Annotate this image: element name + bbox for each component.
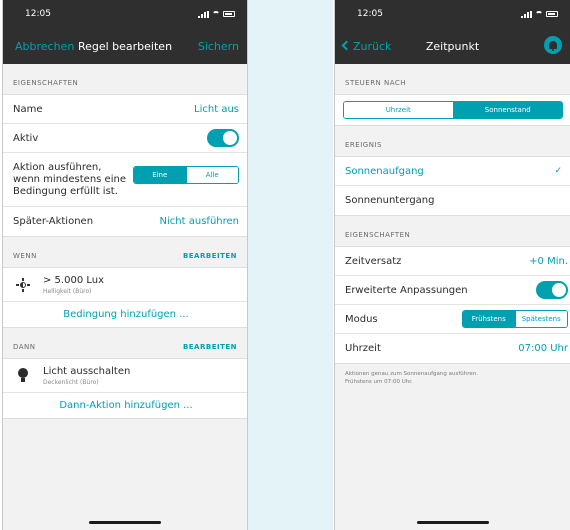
rule-line: wenn mindestens eine: [13, 173, 126, 185]
add-action-link[interactable]: Dann-Aktion hinzufügen ...: [59, 400, 192, 411]
time-value[interactable]: 07:00 Uhr: [518, 343, 568, 354]
status-time: 12:05: [25, 9, 51, 19]
event-sunset-row[interactable]: Sonnenuntergang: [335, 186, 570, 215]
mode-label: Modus: [345, 313, 378, 325]
status-bar: 12:05: [3, 0, 247, 28]
offset-row[interactable]: Zeitversatz +0 Min.: [335, 247, 570, 276]
section-title: DANN: [13, 343, 36, 351]
rule-mode-row: Aktion ausführen, wenn mindestens eine B…: [3, 153, 247, 207]
time-content: STEUERN NACH Uhrzeit Sonnenstand EREIGNI…: [335, 64, 570, 530]
time-properties-group: Zeitversatz +0 Min. Erweiterte Anpassung…: [335, 246, 570, 364]
section-header-properties: EIGENSCHAFTEN: [335, 216, 570, 246]
edit-actions-button[interactable]: BEARBEITEN: [183, 343, 237, 351]
conditions-group: > 5.000 Lux Helligkeit (Büro) Bedingung …: [3, 267, 247, 328]
rule-content: EIGENSCHAFTEN Name Licht aus Aktiv Aktio…: [3, 64, 247, 530]
signal-icon: [198, 10, 209, 18]
section-title: WENN: [13, 252, 37, 260]
time-row[interactable]: Uhrzeit 07:00 Uhr: [335, 334, 570, 363]
notification-button[interactable]: [544, 36, 562, 54]
rule-line: Bedingung erfüllt ist.: [13, 185, 118, 197]
active-toggle[interactable]: [207, 129, 239, 147]
add-condition-row[interactable]: Bedingung hinzufügen ...: [3, 302, 247, 327]
rule-line: Aktion ausführen,: [13, 161, 102, 173]
event-sunrise-row[interactable]: Sonnenaufgang ✓: [335, 157, 570, 186]
rule-mode-segmented-control[interactable]: Eine Alle: [133, 165, 239, 184]
home-indicator[interactable]: [416, 521, 489, 524]
later-actions-row[interactable]: Später-Aktionen Nicht ausführen: [3, 207, 247, 236]
battery-icon: [546, 11, 558, 17]
rule-mode-description: Aktion ausführen, wenn mindestens eine B…: [13, 162, 126, 198]
action-subtitle: Deckenlicht (Büro): [43, 378, 99, 386]
event-group: Sonnenaufgang ✓ Sonnenuntergang: [335, 156, 570, 216]
extended-toggle[interactable]: [536, 281, 568, 299]
name-label: Name: [13, 103, 43, 115]
extended-label: Erweiterte Anpassungen: [345, 284, 468, 296]
segment-sonnenstand[interactable]: Sonnenstand: [452, 102, 562, 118]
wifi-icon: [212, 11, 220, 17]
add-condition-link[interactable]: Bedingung hinzufügen ...: [63, 309, 188, 320]
later-actions-value[interactable]: Nicht ausführen: [160, 216, 239, 227]
actions-group: Licht ausschalten Deckenlicht (Büro) Dan…: [3, 358, 247, 419]
battery-icon: [223, 11, 235, 17]
offset-value[interactable]: +0 Min.: [529, 256, 568, 267]
phone-rule-editor: 12:05 Abbrechen Regel bearbeiten Sichern…: [2, 0, 248, 530]
section-header-wenn: WENN BEARBEITEN: [3, 237, 247, 267]
background-band: [248, 0, 333, 530]
section-header-steuern: STEUERN NACH: [335, 64, 570, 94]
time-label: Uhrzeit: [345, 343, 381, 354]
page-title: Zeitpunkt: [425, 40, 480, 53]
event-label: Sonnenuntergang: [345, 195, 435, 206]
edit-conditions-button[interactable]: BEARBEITEN: [183, 252, 237, 260]
properties-group: Name Licht aus Aktiv Aktion ausführen, w…: [3, 94, 247, 237]
add-action-row[interactable]: Dann-Aktion hinzufügen ...: [3, 393, 247, 418]
section-title: EIGENSCHAFTEN: [345, 231, 411, 239]
mode-segmented-control[interactable]: Frühstens Spätestens: [462, 310, 568, 328]
bell-icon: [549, 41, 557, 51]
segment-fruehstens[interactable]: Frühstens: [463, 311, 515, 327]
segment-eine[interactable]: Eine: [134, 166, 186, 183]
condition-subtitle: Helligkeit (Büro): [43, 287, 92, 295]
section-title: EREIGNIS: [345, 141, 382, 149]
action-item[interactable]: Licht ausschalten Deckenlicht (Büro): [3, 359, 247, 393]
segment-uhrzeit[interactable]: Uhrzeit: [344, 102, 453, 118]
action-title: Licht ausschalten: [43, 365, 131, 377]
event-label: Sonnenaufgang: [345, 165, 424, 177]
section-header-dann: DANN BEARBEITEN: [3, 328, 247, 358]
status-time: 12:05: [357, 9, 383, 19]
name-row[interactable]: Name Licht aus: [3, 95, 247, 124]
section-title: STEUERN NACH: [345, 79, 407, 87]
status-icons: [521, 10, 558, 18]
section-header-properties: EIGENSCHAFTEN: [3, 64, 247, 94]
checkmark-icon: ✓: [554, 166, 562, 176]
active-label: Aktiv: [13, 132, 39, 144]
nav-bar: Zurück Zeitpunkt: [335, 28, 570, 64]
save-button[interactable]: Sichern: [198, 40, 239, 53]
wifi-icon: [535, 11, 543, 17]
section-title: EIGENSCHAFTEN: [13, 79, 79, 87]
nav-bar: Abbrechen Regel bearbeiten Sichern: [3, 28, 247, 64]
condition-title: > 5.000 Lux: [43, 274, 105, 286]
mode-row: Modus Frühstens Spätestens: [335, 305, 570, 334]
status-icons: [198, 10, 235, 18]
footnote: Aktionen genau zum Sonnenaufgang ausführ…: [335, 364, 570, 392]
phone-time-settings: 12:05 Zurück Zeitpunkt STEUERN NACH Uhrz…: [334, 0, 570, 530]
offset-label: Zeitversatz: [345, 255, 402, 267]
segment-alle[interactable]: Alle: [185, 166, 238, 183]
segment-spaetestens[interactable]: Spätestens: [514, 311, 567, 327]
control-by-segmented-control[interactable]: Uhrzeit Sonnenstand: [343, 101, 563, 119]
status-bar: 12:05: [335, 0, 570, 28]
condition-item[interactable]: > 5.000 Lux Helligkeit (Büro): [3, 268, 247, 302]
steuern-group: Uhrzeit Sonnenstand: [335, 94, 570, 126]
active-row: Aktiv: [3, 124, 247, 153]
name-value[interactable]: Licht aus: [194, 104, 239, 115]
light-bulb-icon: [13, 368, 33, 383]
brightness-icon: [13, 277, 33, 292]
footnote-line: Frühstens um 07:00 Uhr.: [345, 379, 413, 385]
later-actions-label: Später-Aktionen: [13, 216, 94, 227]
signal-icon: [521, 10, 532, 18]
home-indicator[interactable]: [89, 521, 161, 524]
extended-row: Erweiterte Anpassungen: [335, 276, 570, 305]
section-header-ereignis: EREIGNIS: [335, 126, 570, 156]
footnote-line: Aktionen genau zum Sonnenaufgang ausführ…: [345, 371, 479, 377]
